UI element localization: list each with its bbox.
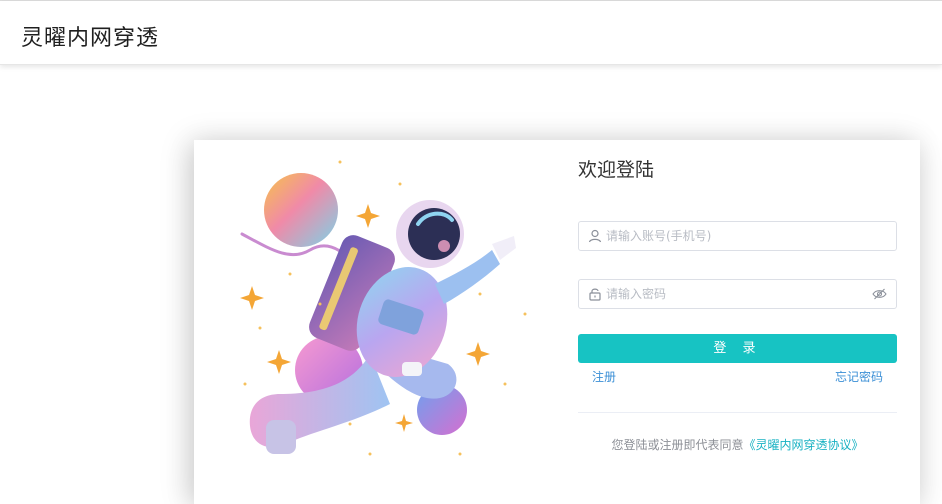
login-title: 欢迎登陆 xyxy=(578,159,655,181)
password-field[interactable] xyxy=(578,279,897,309)
login-card: 欢迎登陆 登 录 注册 忘记密码 您 xyxy=(194,140,920,504)
agreement-link[interactable]: 《灵曜内网穿透协议》 xyxy=(744,438,864,452)
form-divider xyxy=(578,412,897,413)
lock-icon xyxy=(589,288,601,301)
password-input[interactable] xyxy=(606,280,866,308)
site-header: 灵曜内网穿透 xyxy=(0,1,942,65)
user-icon xyxy=(588,229,602,243)
site-title: 灵曜内网穿透 xyxy=(21,26,160,51)
login-form: 欢迎登陆 登 录 注册 忘记密码 您 xyxy=(578,140,898,504)
account-input[interactable] xyxy=(606,222,866,250)
astronaut-illustration xyxy=(240,160,527,456)
eye-off-icon[interactable] xyxy=(872,287,887,301)
login-button[interactable]: 登 录 xyxy=(578,334,897,363)
account-field[interactable] xyxy=(578,221,897,251)
register-link[interactable]: 注册 xyxy=(592,369,616,385)
agreement-prefix: 您登陆或注册即代表同意 xyxy=(611,438,744,452)
forgot-password-link[interactable]: 忘记密码 xyxy=(835,369,883,385)
agreement-text: 您登陆或注册即代表同意《灵曜内网穿透协议》 xyxy=(578,437,897,453)
